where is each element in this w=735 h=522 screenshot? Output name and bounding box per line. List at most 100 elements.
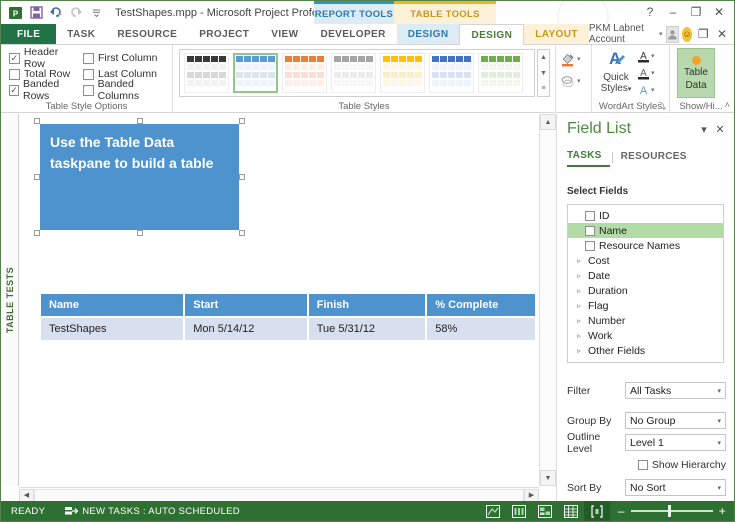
total-row-checkbox-box[interactable] xyxy=(9,68,20,80)
resize-handle-se[interactable] xyxy=(239,230,245,236)
field-expand-arrow-icon[interactable]: ▹ xyxy=(574,287,584,295)
outline-level-dropdown[interactable]: Level 1 ▾ xyxy=(625,434,726,451)
report-side-tab[interactable]: TABLE TESTS xyxy=(2,114,19,486)
tab-file[interactable]: FILE xyxy=(1,24,57,44)
checkbox-banded-rows[interactable]: ✓ Banded Rows xyxy=(9,78,81,102)
table-style-style-black[interactable] xyxy=(184,53,229,93)
status-new-tasks[interactable]: NEW TASKS : AUTO SCHEDULED xyxy=(55,506,250,517)
field-list-item[interactable]: Name xyxy=(568,223,723,238)
checkbox-header-row[interactable]: ✓ Header Row xyxy=(9,46,81,70)
minimize-button[interactable]: – xyxy=(662,3,684,21)
text-fill-arrow[interactable]: ▾ xyxy=(651,52,655,60)
undo-icon[interactable] xyxy=(47,4,65,21)
text-fill-button[interactable]: A ▾ xyxy=(637,48,655,63)
close-button[interactable]: ✕ xyxy=(708,3,730,21)
project-logo-icon[interactable]: P xyxy=(7,4,25,21)
report-data-table[interactable]: Name Start Finish % Complete TestShapes … xyxy=(41,294,535,340)
table-style-style-steel[interactable] xyxy=(429,53,474,93)
account-area[interactable]: PKM Labnet Account ▾ ☺ ❐ ✕ xyxy=(589,23,734,45)
table-style-style-orange[interactable] xyxy=(282,53,327,93)
quick-styles-button[interactable]: A Quick Styles▾ xyxy=(596,48,636,95)
task-usage-view-button[interactable] xyxy=(506,501,532,521)
tab-table-layout[interactable]: LAYOUT xyxy=(524,24,589,44)
horizontal-scroll-track[interactable] xyxy=(34,488,524,502)
pane-close-icon[interactable]: ✕ xyxy=(712,121,728,137)
field-list-item[interactable]: ▹ Number xyxy=(568,313,723,328)
banded-rows-checkbox-box[interactable]: ✓ xyxy=(9,84,19,96)
avatar[interactable] xyxy=(665,25,679,43)
cell-start[interactable]: Mon 5/14/12 xyxy=(184,317,309,340)
tab-resource[interactable]: RESOURCE xyxy=(106,24,188,44)
column-header-percent-complete[interactable]: % Complete xyxy=(426,294,535,318)
resize-handle-sw[interactable] xyxy=(34,230,40,236)
tab-project[interactable]: PROJECT xyxy=(188,24,260,44)
zoom-slider-thumb[interactable] xyxy=(668,505,672,517)
table-style-style-gray[interactable] xyxy=(331,53,376,93)
field-checkbox[interactable] xyxy=(585,210,595,221)
team-planner-view-button[interactable] xyxy=(532,501,558,521)
zoom-slider-track[interactable] xyxy=(630,505,713,517)
field-list-item[interactable]: ▹ Date xyxy=(568,268,723,283)
resize-handle-w[interactable] xyxy=(34,174,40,180)
show-hierarchy-row[interactable]: Show Hierarchy xyxy=(567,459,726,471)
tab-resources[interactable]: RESOURCES xyxy=(621,148,695,166)
group-by-dropdown[interactable]: No Group ▾ xyxy=(625,412,726,429)
tab-table-design[interactable]: DESIGN xyxy=(459,24,525,45)
table-style-style-green[interactable] xyxy=(478,53,523,93)
field-list-box[interactable]: ID Name Resource Names ▹ Cost ▹ Date ▹ Duration ▹… xyxy=(567,204,724,363)
field-list-item[interactable]: ▹ Duration xyxy=(568,283,723,298)
report-canvas[interactable]: Use the Table Data taskpane to build a t… xyxy=(19,114,538,486)
field-checkbox[interactable] xyxy=(585,225,595,236)
text-effects-arrow[interactable]: ▾ xyxy=(651,86,655,94)
field-expand-arrow-icon[interactable]: ▹ xyxy=(574,302,584,310)
zoom-out-button[interactable]: – xyxy=(618,504,625,518)
field-checkbox[interactable] xyxy=(585,240,595,251)
checkbox-banded-columns[interactable]: Banded Columns xyxy=(83,78,175,102)
zoom-control[interactable]: – + xyxy=(610,504,734,518)
show-hierarchy-checkbox[interactable] xyxy=(637,460,648,470)
scroll-left-button[interactable]: ◀ xyxy=(19,488,34,502)
shape-fill-button[interactable]: ▾ xyxy=(560,49,588,69)
column-header-start[interactable]: Start xyxy=(184,294,309,318)
field-list-item[interactable]: ▹ Cost xyxy=(568,253,723,268)
zoom-in-button[interactable]: + xyxy=(719,504,726,518)
account-dropdown-arrow[interactable]: ▾ xyxy=(659,30,663,38)
filter-dropdown[interactable]: All Tasks ▾ xyxy=(625,382,726,399)
doc-close-button[interactable]: ✕ xyxy=(714,25,730,43)
field-list-item[interactable]: ID xyxy=(568,208,723,223)
field-list-item[interactable]: ▹ Flag xyxy=(568,298,723,313)
shape-effects-button[interactable]: ▾ xyxy=(560,71,588,91)
resource-sheet-view-button[interactable] xyxy=(558,501,584,521)
shape-fill-arrow[interactable]: ▾ xyxy=(577,55,581,63)
horizontal-scrollbar[interactable]: ◀ ▶ xyxy=(19,487,539,502)
field-expand-arrow-icon[interactable]: ▹ xyxy=(574,332,584,340)
wordart-dialog-launcher-icon[interactable]: ⤵ xyxy=(658,101,666,112)
text-shape[interactable]: Use the Table Data taskpane to build a t… xyxy=(40,124,239,230)
field-expand-arrow-icon[interactable]: ▹ xyxy=(574,347,584,355)
resize-handle-e[interactable] xyxy=(239,174,245,180)
sort-by-dropdown[interactable]: No Sort ▾ xyxy=(625,479,726,496)
resize-handle-nw[interactable] xyxy=(34,118,40,124)
field-expand-arrow-icon[interactable]: ▹ xyxy=(574,272,584,280)
text-shape-selection[interactable]: Use the Table Data taskpane to build a t… xyxy=(34,118,245,236)
collapse-ribbon-icon[interactable]: ˄ xyxy=(725,100,730,110)
first-column-checkbox-box[interactable] xyxy=(83,52,94,64)
tab-tasks[interactable]: TASKS xyxy=(567,147,610,167)
tab-report-design[interactable]: DESIGN xyxy=(396,24,460,44)
checkbox-first-column[interactable]: First Column xyxy=(83,50,175,66)
field-list-item[interactable]: ▹ Work xyxy=(568,328,723,343)
save-icon[interactable] xyxy=(27,4,45,21)
customize-qat-icon[interactable] xyxy=(87,4,105,21)
vertical-scrollbar[interactable]: ▲ ▼ xyxy=(539,114,556,486)
field-expand-arrow-icon[interactable]: ▹ xyxy=(574,257,584,265)
text-outline-arrow[interactable]: ▾ xyxy=(651,69,655,77)
text-effects-button[interactable]: A ▾ xyxy=(637,82,655,97)
table-style-style-gold[interactable] xyxy=(380,53,425,93)
redo-icon[interactable] xyxy=(67,4,85,21)
sort-by-chevron-down-icon[interactable]: ▾ xyxy=(717,484,721,492)
feedback-smiley-icon[interactable]: ☺ xyxy=(681,26,693,42)
tab-developer[interactable]: DEVELOPER xyxy=(309,24,396,44)
group-by-chevron-down-icon[interactable]: ▾ xyxy=(717,417,721,425)
header-row-checkbox-box[interactable]: ✓ xyxy=(9,52,20,64)
text-outline-button[interactable]: A ▾ xyxy=(637,65,655,80)
